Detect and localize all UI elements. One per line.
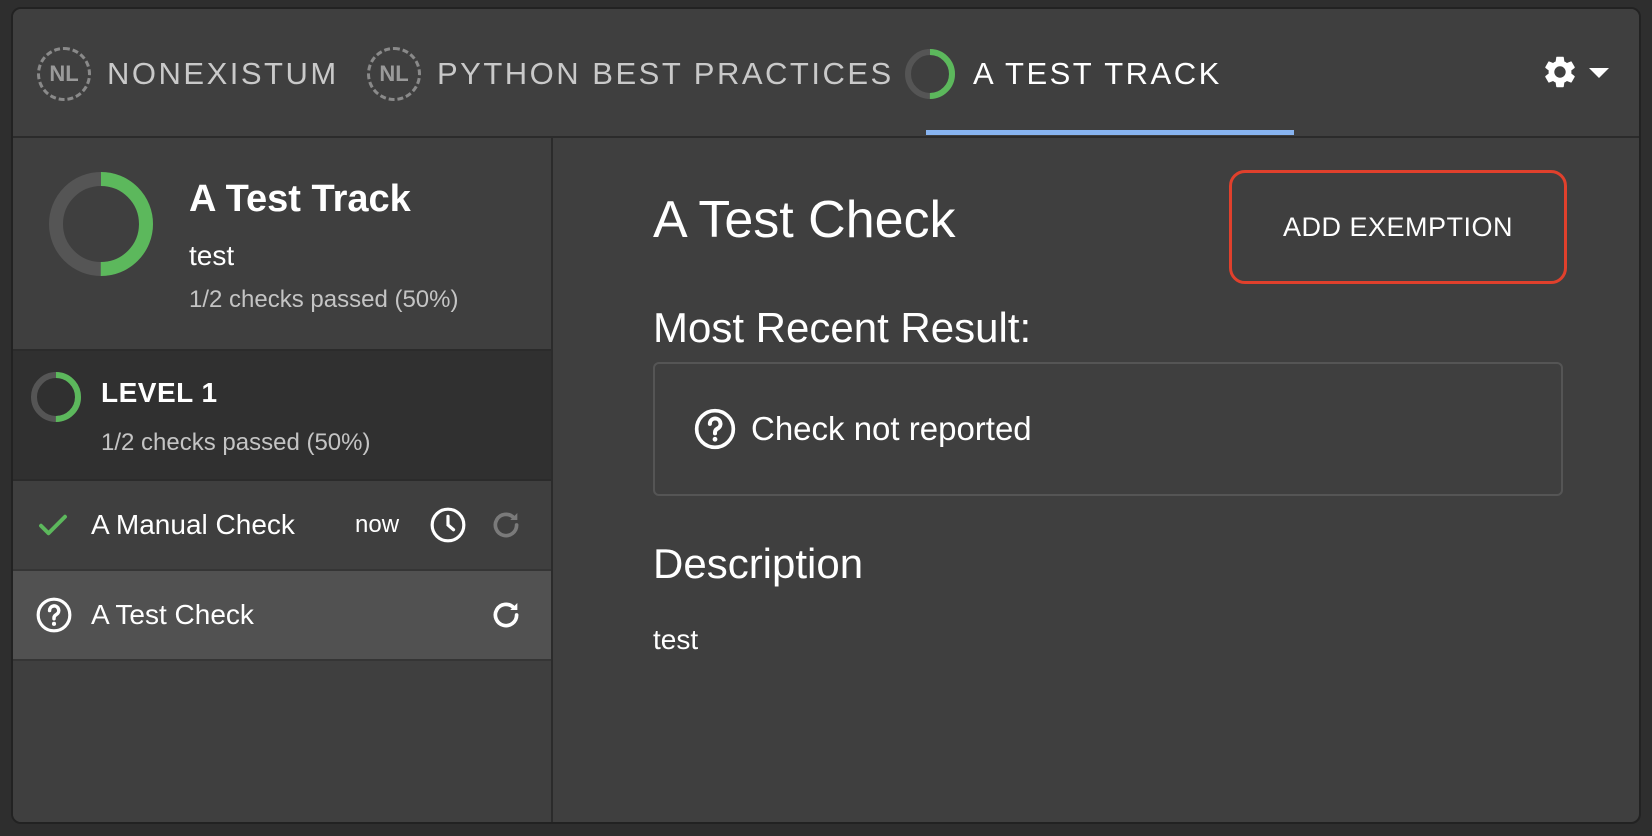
level-progress-ring-icon: [31, 372, 81, 422]
tab-label: NONEXISTUM: [107, 55, 339, 91]
check-name: A Test Check: [91, 599, 254, 630]
track-title: A Test Track: [189, 178, 411, 220]
level-title: LEVEL 1: [101, 377, 218, 408]
gear-icon: [1545, 56, 1575, 88]
app-window: NL NONEXISTUM NL PYTHON BEST PRACTICES A…: [11, 7, 1641, 824]
tab-label: PYTHON BEST PRACTICES: [437, 55, 894, 91]
level-check-count: 1/2 checks passed (50%): [101, 429, 371, 456]
track-subtitle: test: [189, 240, 235, 271]
rerun-icon[interactable]: [489, 508, 523, 542]
track-summary: A Test Track test 1/2 checks passed (50%…: [13, 138, 551, 351]
most-recent-result-label: Most Recent Result:: [653, 304, 1032, 351]
clock-icon[interactable]: [429, 506, 467, 544]
progress-ring-icon: [905, 48, 955, 99]
check-time: now: [355, 511, 400, 538]
rerun-icon[interactable]: [489, 598, 523, 632]
result-box: Check not reported: [653, 362, 1563, 496]
check-detail-panel: A Test Check ADD EXEMPTION Most Recent R…: [553, 138, 1639, 822]
chevron-down-icon: [1589, 68, 1609, 78]
active-tab-indicator: [926, 130, 1294, 135]
description-label: Description: [653, 540, 864, 587]
result-status-text: Check not reported: [751, 410, 1032, 447]
question-icon: [694, 408, 736, 450]
tab-python-best-practices[interactable]: NL PYTHON BEST PRACTICES: [367, 9, 894, 138]
tab-a-test-track[interactable]: A TEST TRACK: [903, 9, 1222, 138]
check-item-a-test-check[interactable]: A Test Check: [13, 571, 551, 661]
tab-nonexistum[interactable]: NL NONEXISTUM: [37, 9, 339, 138]
add-exemption-button[interactable]: ADD EXEMPTION: [1229, 170, 1567, 284]
tab-label: A TEST TRACK: [973, 55, 1222, 91]
track-check-count: 1/2 checks passed (50%): [189, 286, 459, 313]
settings-menu-button[interactable]: [1541, 53, 1609, 91]
level-header[interactable]: LEVEL 1 1/2 checks passed (50%): [13, 351, 551, 481]
check-item-a-manual-check[interactable]: A Manual Check now: [13, 481, 551, 571]
check-name: A Manual Check: [91, 509, 295, 540]
check-icon: [39, 514, 67, 536]
nl-badge-icon: NL: [37, 46, 91, 101]
check-title: A Test Check: [653, 191, 956, 249]
track-progress-ring-icon: [49, 172, 153, 276]
description-text: test: [653, 624, 699, 655]
nl-badge-icon: NL: [367, 46, 421, 101]
track-tab-bar: NL NONEXISTUM NL PYTHON BEST PRACTICES A…: [13, 9, 1639, 138]
question-icon: [36, 597, 72, 633]
sidebar: A Test Track test 1/2 checks passed (50%…: [13, 138, 553, 822]
